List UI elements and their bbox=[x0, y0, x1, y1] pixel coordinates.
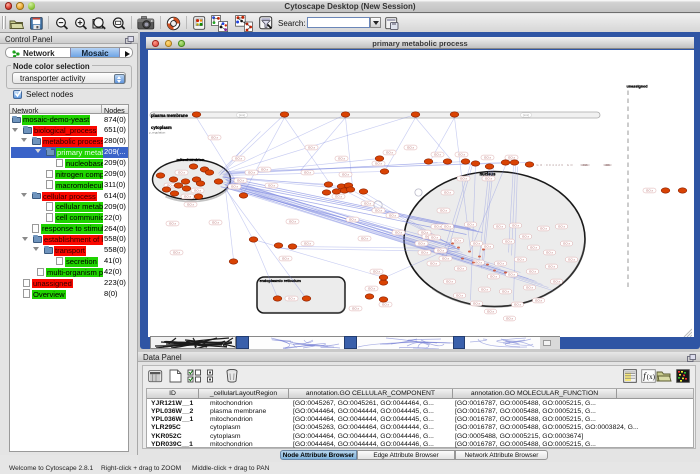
svg-text:GO x: GO x bbox=[472, 241, 480, 245]
svg-text:GO x: GO x bbox=[334, 194, 342, 198]
svg-text:plasma membrane: plasma membrane bbox=[151, 112, 188, 117]
svg-text:GO x: GO x bbox=[495, 224, 503, 228]
svg-text:GO x: GO x bbox=[472, 301, 480, 305]
svg-text:GO x: GO x bbox=[267, 183, 275, 187]
svg-text:GO x: GO x bbox=[445, 279, 453, 283]
svg-text:unassigned: unassigned bbox=[626, 84, 648, 88]
svg-text:GO x: GO x bbox=[337, 156, 345, 160]
svg-text:GO x: GO x bbox=[504, 239, 512, 243]
svg-text:GO x: GO x bbox=[489, 274, 497, 278]
svg-text:GO x: GO x bbox=[406, 145, 414, 149]
svg-text:GO x: GO x bbox=[443, 190, 451, 194]
svg-text:GO:004426 GO: GO:004426 GO bbox=[603, 163, 611, 167]
svg-text:GO x: GO x bbox=[483, 244, 491, 248]
svg-text:GO x: GO x bbox=[388, 213, 396, 217]
svg-text:GO x: GO x bbox=[557, 224, 565, 228]
svg-text:GO x: GO x bbox=[484, 176, 492, 180]
svg-text:GO x: GO x bbox=[501, 289, 509, 293]
svg-text:GO x: GO x bbox=[456, 266, 464, 270]
svg-text:GO x: GO x bbox=[236, 178, 244, 182]
svg-text:GO x: GO x bbox=[513, 302, 521, 306]
svg-text:endoplasmic reticulum: endoplasmic reticulum bbox=[259, 279, 301, 283]
svg-text:GO x: GO x bbox=[230, 184, 238, 188]
svg-text:GO x: GO x bbox=[433, 152, 441, 156]
svg-text:GO x: GO x bbox=[645, 188, 653, 192]
svg-text:GO x: GO x bbox=[453, 238, 461, 242]
svg-text:GO x: GO x bbox=[466, 222, 474, 226]
svg-text:(x): (x) bbox=[647, 373, 656, 381]
svg-text:GO x: GO x bbox=[539, 226, 547, 230]
svg-text:GO x: GO x bbox=[172, 250, 180, 254]
svg-text:GO x: GO x bbox=[351, 306, 359, 310]
svg-text:GO x: GO x bbox=[443, 224, 451, 228]
svg-text:GO x: GO x bbox=[374, 161, 382, 165]
svg-text:GO x: GO x bbox=[348, 217, 356, 221]
svg-text:GO x: GO x bbox=[474, 260, 482, 264]
svg-text:GO x: GO x bbox=[496, 261, 504, 265]
svg-text:cytoplasm: cytoplasm bbox=[151, 125, 172, 130]
svg-text:GO x: GO x bbox=[436, 248, 444, 252]
svg-text:GO x: GO x bbox=[480, 287, 488, 291]
svg-text:GO x: GO x bbox=[528, 269, 536, 273]
svg-text:GO x: GO x bbox=[281, 256, 289, 260]
svg-text:GO x: GO x bbox=[507, 155, 515, 159]
svg-text:GO x: GO x bbox=[545, 250, 553, 254]
svg-text:[xxx]: [xxx] bbox=[239, 113, 245, 117]
svg-text:GO x: GO x bbox=[260, 167, 268, 171]
svg-text:GO x: GO x bbox=[372, 269, 380, 273]
svg-text:GO x: GO x bbox=[381, 302, 389, 306]
svg-text:GO x: GO x bbox=[363, 201, 371, 205]
svg-text:mitochondrion: mitochondrion bbox=[176, 156, 205, 161]
svg-text:GO x: GO x bbox=[234, 156, 242, 160]
svg-text:nucleus: nucleus bbox=[479, 171, 495, 176]
svg-text:GO x: GO x bbox=[210, 135, 218, 139]
svg-text:GO x: GO x bbox=[374, 208, 382, 212]
svg-text:GO x: GO x bbox=[534, 298, 542, 302]
svg-text:GO x: GO x bbox=[552, 279, 560, 283]
svg-text:GO x: GO x bbox=[459, 176, 467, 180]
svg-text:GO x: GO x bbox=[562, 241, 570, 245]
svg-text:GO x: GO x bbox=[341, 172, 349, 176]
svg-text:GO:004426 GO: GO:004426 GO bbox=[580, 163, 589, 167]
svg-text:GO x: GO x bbox=[186, 202, 194, 206]
svg-text:y_regulation: y_regulation bbox=[149, 130, 166, 134]
svg-text:GO x: GO x bbox=[430, 235, 438, 239]
svg-text:GO x: GO x bbox=[385, 150, 393, 154]
svg-text:GO x: GO x bbox=[439, 208, 447, 212]
svg-text:GO:004426 GO: GO:004426 GO bbox=[536, 163, 572, 167]
svg-text:GO x: GO x bbox=[457, 152, 465, 156]
svg-text:GO x: GO x bbox=[417, 241, 425, 245]
svg-text:[xxx]: [xxx] bbox=[523, 113, 529, 117]
svg-text:GO x: GO x bbox=[507, 272, 515, 276]
svg-text:GO x: GO x bbox=[511, 223, 519, 227]
svg-text:GO x: GO x bbox=[287, 296, 295, 300]
svg-text:GO x: GO x bbox=[455, 293, 463, 297]
svg-text:GO x: GO x bbox=[211, 220, 219, 224]
svg-text:GO x: GO x bbox=[367, 286, 375, 290]
svg-text:GO x: GO x bbox=[394, 230, 402, 234]
svg-text:GO x: GO x bbox=[360, 236, 368, 240]
svg-text:GO x: GO x bbox=[183, 194, 191, 198]
svg-text:GO x: GO x bbox=[193, 188, 201, 192]
svg-text:GO x: GO x bbox=[420, 250, 428, 254]
svg-text:GO x: GO x bbox=[486, 309, 494, 313]
svg-text:GO x: GO x bbox=[433, 224, 441, 228]
svg-text:GO x: GO x bbox=[483, 155, 491, 159]
svg-text:GO x: GO x bbox=[547, 264, 555, 268]
svg-text:GO x: GO x bbox=[567, 257, 575, 261]
svg-text:GO x: GO x bbox=[525, 285, 533, 289]
svg-text:GO x: GO x bbox=[429, 261, 437, 265]
svg-text:GO x: GO x bbox=[529, 245, 537, 249]
svg-text:GO x: GO x bbox=[521, 234, 529, 238]
svg-text:GO x: GO x bbox=[177, 170, 185, 174]
svg-text:GO x: GO x bbox=[247, 170, 255, 174]
svg-text:GO x: GO x bbox=[168, 221, 176, 225]
svg-text:GO x: GO x bbox=[303, 170, 311, 174]
svg-text:GO x: GO x bbox=[288, 219, 296, 223]
svg-text:GO x: GO x bbox=[303, 241, 311, 245]
svg-text:GO x: GO x bbox=[441, 256, 449, 260]
svg-text:GO x: GO x bbox=[307, 145, 315, 149]
svg-text:GO x: GO x bbox=[505, 316, 513, 320]
svg-text:GO x: GO x bbox=[516, 257, 524, 261]
